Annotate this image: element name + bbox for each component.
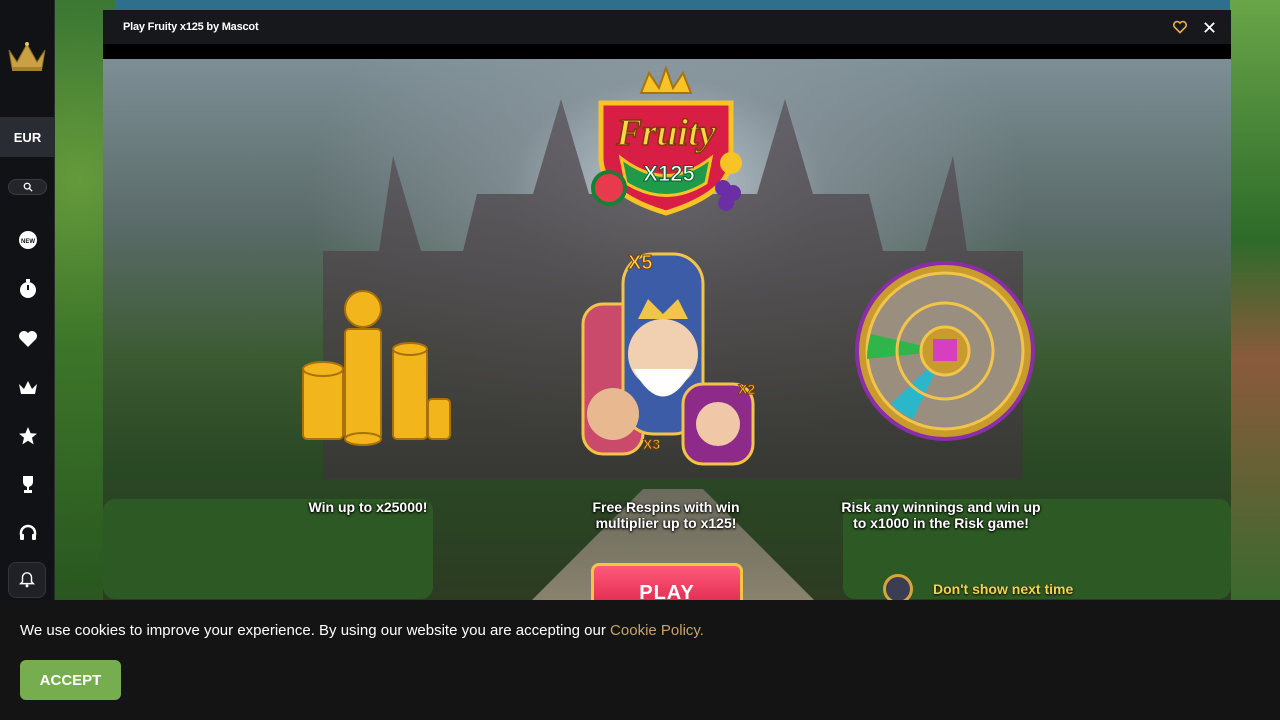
- cookie-policy-link[interactable]: Cookie Policy.: [610, 622, 704, 639]
- svg-text:Fruity: Fruity: [615, 112, 715, 154]
- dont-show-option[interactable]: Don't show next time: [883, 574, 1073, 600]
- gold-coins-image: [302, 290, 451, 446]
- timer-icon[interactable]: [14, 275, 41, 302]
- foliage-right: [1230, 0, 1280, 600]
- new-games-icon[interactable]: NEW: [14, 226, 41, 253]
- search-button[interactable]: [8, 179, 47, 195]
- game-window: Play Fruity x125 by Mascot Fruity X125 X…: [103, 10, 1231, 600]
- feature-win-text: Win up to x25000!: [308, 499, 428, 515]
- sidebar: EUR NEW: [0, 0, 55, 600]
- game-canvas[interactable]: Fruity X125 X5 X2 X3 Win up to x25000! F…: [103, 59, 1231, 600]
- cookie-message: We use cookies to improve your experienc…: [20, 622, 704, 639]
- svg-text:NEW: NEW: [21, 239, 35, 245]
- favorite-button[interactable]: [1171, 18, 1189, 36]
- play-button[interactable]: PLAY: [591, 563, 743, 600]
- headset-icon[interactable]: [14, 519, 41, 546]
- game-titlebar: Play Fruity x125 by Mascot: [103, 10, 1231, 44]
- svg-text:X3: X3: [643, 436, 660, 452]
- feature-risk-text: Risk any winnings and win up to x1000 in…: [841, 499, 1041, 531]
- fruity-logo: Fruity X125: [591, 64, 742, 216]
- svg-text:X5: X5: [628, 252, 652, 274]
- svg-text:X2: X2: [738, 381, 755, 397]
- cookie-bar: [0, 600, 1280, 720]
- bell-icon: [18, 572, 36, 588]
- risk-wheel-image: [855, 261, 1035, 441]
- cookie-text: We use cookies to improve your experienc…: [20, 622, 606, 639]
- close-icon: [1203, 21, 1215, 33]
- currency-selector[interactable]: EUR: [0, 117, 55, 157]
- accept-button[interactable]: ACCEPT: [20, 660, 121, 700]
- search-icon: [23, 182, 33, 192]
- star-icon[interactable]: [14, 422, 41, 449]
- feature-respins-text: Free Respins with win multiplier up to x…: [592, 499, 740, 531]
- game-title: Play Fruity x125 by Mascot: [123, 21, 259, 33]
- characters-image: X5 X2 X3: [581, 252, 756, 466]
- crown-icon[interactable]: [14, 374, 41, 401]
- heart-outline-icon: [1173, 20, 1187, 34]
- heart-icon[interactable]: [14, 325, 41, 352]
- close-button[interactable]: [1200, 18, 1218, 36]
- trophy-icon[interactable]: [14, 470, 41, 497]
- dont-show-radio[interactable]: [883, 574, 913, 600]
- svg-text:X125: X125: [643, 161, 694, 186]
- dont-show-label: Don't show next time: [933, 581, 1074, 597]
- crown-logo[interactable]: [7, 40, 47, 74]
- notifications-button[interactable]: [8, 562, 46, 598]
